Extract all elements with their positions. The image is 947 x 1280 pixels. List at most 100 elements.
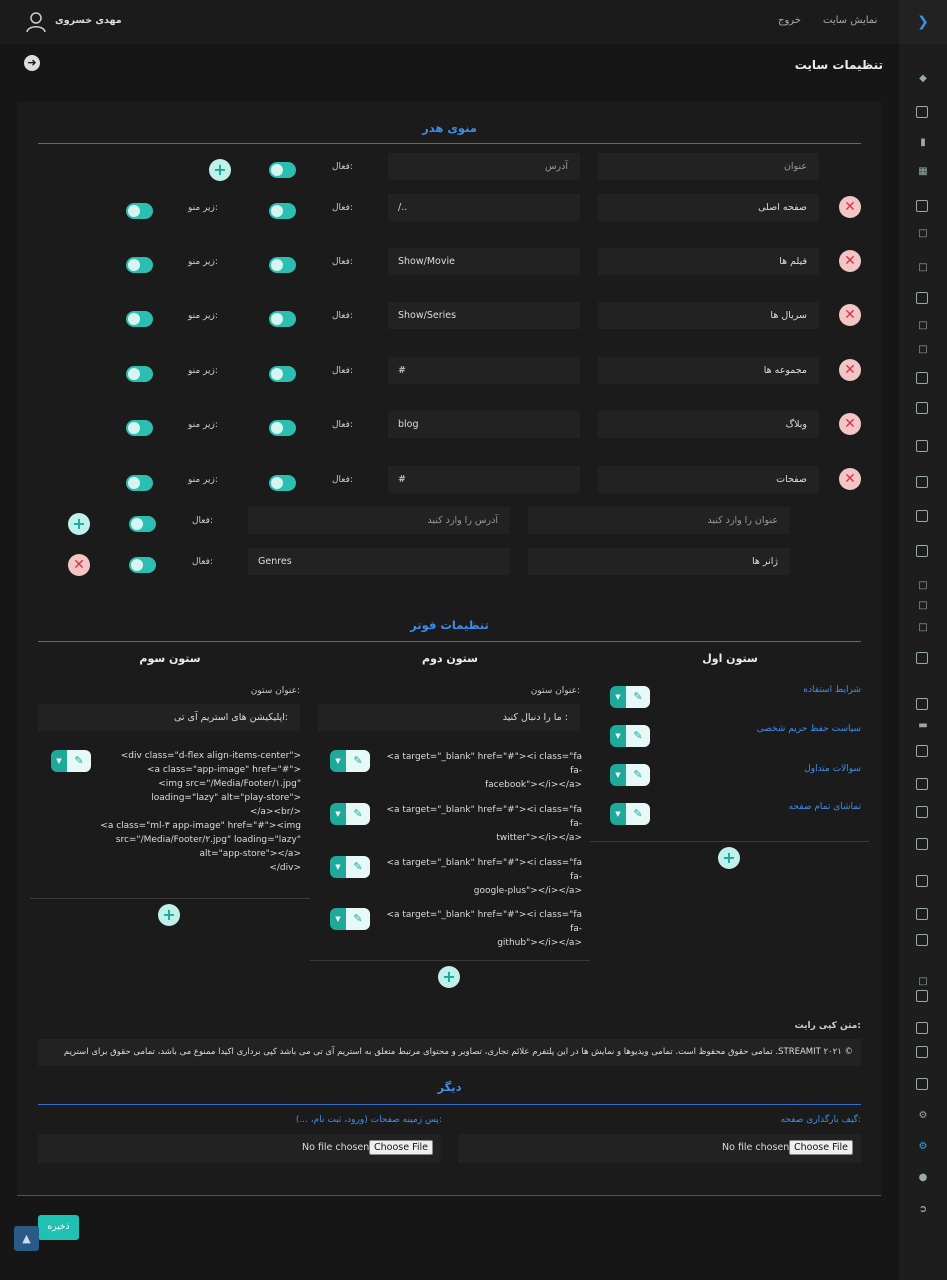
link-actions[interactable]: ▼ ✎ [610,686,650,708]
gallery-icon[interactable] [916,106,928,118]
pages-icon[interactable] [916,745,928,757]
edit-icon[interactable]: ✎ [626,725,650,747]
choose-file-button[interactable]: Choose File [369,1140,433,1155]
item-actions[interactable]: ▼ ✎ [51,750,91,772]
dropdown-icon[interactable]: ▼ [610,764,626,786]
submenu-toggle[interactable] [126,203,153,219]
active-toggle[interactable] [129,516,156,532]
column-2-title-input[interactable]: ما را دنبال کنید : [318,704,580,731]
list-icon[interactable]: □ [916,600,930,612]
menu-item-title[interactable]: صفحه اصلی [598,194,819,221]
add-item-button[interactable]: + [158,904,180,926]
pages-icon[interactable] [916,1046,928,1058]
collapse-sidebar-icon[interactable]: ❯ [899,0,947,44]
footer-link[interactable]: شرایط استفاده [660,685,861,695]
menu-item-address[interactable]: Show/Movie [388,248,580,275]
grid-icon[interactable]: ▦ [916,166,930,178]
item-actions[interactable]: ▼ ✎ [330,856,370,878]
dropdown-icon[interactable]: ▼ [330,856,346,878]
new-submenu-title-input[interactable]: عنوان را وارد کنید [528,507,790,534]
back-arrow-icon[interactable]: ➜ [24,55,40,71]
video-icon[interactable]: ▮ [916,137,930,149]
menu-item-title[interactable]: وبلاگ [598,411,819,438]
loading-gif-file-input[interactable]: No file chosen Choose File [458,1134,861,1163]
footer-item-code[interactable]: <div class="d-flex align-items-center"> … [95,749,301,875]
user-avatar-icon[interactable] [26,11,46,33]
edit-icon[interactable]: ✎ [346,803,370,825]
scroll-top-icon[interactable]: ▲ [14,1226,39,1251]
menu-item-address[interactable]: # [388,466,580,493]
new-submenu-address-input[interactable]: آدرس را وارد کنید [248,507,510,534]
footer-item-code[interactable]: <a target="_blank" href="#"><i class="fa… [380,803,582,845]
submenu-item-title[interactable]: ژانر ها [528,548,790,575]
pages-icon[interactable] [916,806,928,818]
submenu-toggle[interactable] [126,366,153,382]
active-toggle[interactable] [269,311,296,327]
dropdown-icon[interactable]: ▼ [330,908,346,930]
dropdown-icon[interactable]: ▼ [610,725,626,747]
bug-icon[interactable]: ⚙ [916,1110,930,1122]
submenu-item-address[interactable]: Genres [248,548,510,575]
active-toggle[interactable] [269,366,296,382]
dropdown-icon[interactable]: ▼ [330,803,346,825]
list-icon[interactable]: □ [916,622,930,634]
choose-file-button[interactable]: Choose File [789,1140,853,1155]
show-site-link[interactable]: نمایش سایت [823,15,877,26]
add-submenu-button[interactable]: + [68,513,90,535]
edit-icon[interactable]: ✎ [67,750,91,772]
edit-icon[interactable]: ✎ [346,908,370,930]
dropdown-icon[interactable]: ▼ [610,686,626,708]
copyright-input[interactable]: © STREAMIT ۲۰۲۱. تمامی حقوق محفوظ است. ت… [38,1039,861,1066]
users-icon[interactable]: ● [916,1172,930,1184]
pages-icon[interactable] [916,934,928,946]
dropdown-icon[interactable]: ▼ [610,803,626,825]
edit-icon[interactable]: ✎ [346,750,370,772]
pages-icon[interactable] [916,908,928,920]
active-toggle[interactable] [269,475,296,491]
title-column-header[interactable]: عنوان [598,153,819,180]
user-name[interactable]: مهدی خسروی [55,15,122,26]
pages-icon[interactable] [916,510,928,522]
menu-item-title[interactable]: صفحات [598,466,819,493]
menu-item-address[interactable]: # [388,357,580,384]
add-menu-item-button[interactable]: + [209,159,231,181]
pages-icon[interactable] [916,292,928,304]
pages-icon[interactable] [916,476,928,488]
menu-item-title[interactable]: سریال ها [598,302,819,329]
footer-link[interactable]: سوالات متداول [660,764,861,774]
menu-item-title[interactable]: فیلم ها [598,248,819,275]
list-icon[interactable]: □ [916,228,930,240]
active-toggle[interactable] [269,420,296,436]
link-actions[interactable]: ▼ ✎ [610,725,650,747]
background-file-input[interactable]: No file chosen Choose File [38,1134,441,1163]
list-icon[interactable]: □ [916,262,930,274]
submenu-toggle[interactable] [126,257,153,273]
list-icon[interactable]: □ [916,976,930,988]
list-icon[interactable]: ▬ [916,720,930,732]
active-toggle[interactable] [129,557,156,573]
link-actions[interactable]: ▼ ✎ [610,764,650,786]
dropdown-icon[interactable]: ▼ [330,750,346,772]
edit-icon[interactable]: ✎ [626,803,650,825]
footer-item-code[interactable]: <a target="_blank" href="#"><i class="fa… [380,908,582,950]
delete-item-button[interactable]: ✕ [839,196,861,218]
logout-link[interactable]: خروج [778,15,801,26]
footer-link[interactable]: سیاست حفظ حریم شخصی [660,724,861,734]
delete-item-button[interactable]: ✕ [839,304,861,326]
submenu-toggle[interactable] [126,420,153,436]
active-toggle[interactable] [269,257,296,273]
pages-icon[interactable] [916,1078,928,1090]
delete-item-button[interactable]: ✕ [839,359,861,381]
pages-icon[interactable] [916,402,928,414]
item-actions[interactable]: ▼ ✎ [330,750,370,772]
delete-item-button[interactable]: ✕ [839,250,861,272]
pages-icon[interactable] [916,698,928,710]
column-3-title-input[interactable]: اپلیکیشن های استریم آی تی: [38,704,300,731]
dropdown-icon[interactable]: ▼ [51,750,67,772]
delete-item-button[interactable]: ✕ [839,413,861,435]
add-link-button[interactable]: + [718,847,740,869]
link-actions[interactable]: ▼ ✎ [610,803,650,825]
menu-item-address[interactable]: /.. [388,194,580,221]
pages-icon[interactable] [916,1022,928,1034]
delete-item-button[interactable]: ✕ [839,468,861,490]
